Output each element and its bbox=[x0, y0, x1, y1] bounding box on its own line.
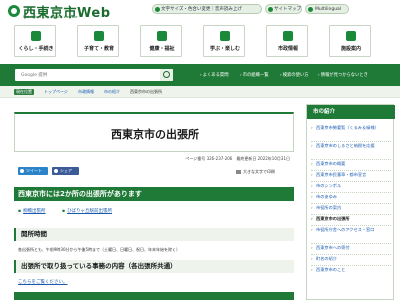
sidebar-item-access[interactable]: 市役所庁舎へのアクセス・窓口 bbox=[311, 227, 391, 233]
page-title-box: 西東京市の出張所 bbox=[14, 112, 294, 152]
services-heading: 出張所で取り扱っている事務の内容（各出張所共通） bbox=[14, 260, 294, 273]
city-hall-icon bbox=[283, 31, 293, 41]
divider bbox=[311, 170, 391, 171]
breadcrumb-here-label: 現在位置 bbox=[14, 89, 34, 95]
text-size-label: 文字サイズ・色合い変更｜音声読み上げ bbox=[161, 7, 242, 12]
breadcrumb-item-intro[interactable]: 市の紹介 bbox=[104, 89, 120, 95]
language-label: Multilingual bbox=[315, 7, 342, 12]
sidebar-item-city-hall[interactable]: 市役所の案内 bbox=[311, 205, 391, 211]
text-size-color-voice-button[interactable]: 文字サイズ・色合い変更｜音声読み上げ bbox=[152, 4, 262, 14]
site-subtitle: Nishitokyo City Official Website bbox=[23, 15, 78, 19]
office-link-hibarigaoka[interactable]: ひばりヶ丘駅前出張所 bbox=[62, 208, 112, 214]
divider bbox=[311, 254, 391, 255]
nav-item-learning[interactable]: 学ぶ・楽しむ bbox=[203, 25, 245, 57]
facebook-icon bbox=[54, 169, 58, 173]
facebook-share-label: シェア bbox=[60, 168, 72, 173]
search-placeholder: Google 提供 bbox=[21, 73, 48, 78]
language-button[interactable]: Multilingual bbox=[305, 4, 349, 14]
breadcrumb-current: 西東京市の出張所 bbox=[130, 89, 162, 94]
sidebar-item-furusato[interactable]: 西東京市のしるさと納税を応援 bbox=[311, 143, 391, 149]
page-title: 西東京市の出張所 bbox=[111, 128, 199, 141]
book-icon bbox=[220, 31, 230, 41]
sidebar-item-symbols[interactable]: 市のシンボル bbox=[311, 183, 391, 189]
search-button[interactable] bbox=[160, 69, 173, 81]
heart-icon bbox=[157, 31, 167, 41]
main-content: 西東京市の出張所 ページ番号 326-237-206 最終更新日 2022年10… bbox=[14, 104, 294, 300]
nav-item-label: くらし・手続き bbox=[18, 46, 54, 52]
divider bbox=[311, 243, 391, 244]
nav-item-label: 子育て・教育 bbox=[83, 46, 114, 52]
search-input[interactable]: Google 提供 bbox=[15, 69, 173, 81]
sidebar-item-about-city[interactable]: 西東京市のこと bbox=[311, 267, 391, 273]
sitemap-icon bbox=[268, 7, 273, 12]
sidebar: 市の紹介 西東京市勢要覧（くるみ＆緑様） 西東京市のしるさと納税を応援 西東京市… bbox=[306, 104, 395, 300]
building-icon bbox=[346, 31, 356, 41]
print-large-text-link[interactable]: 大きな文字で印刷 bbox=[236, 169, 275, 175]
divider bbox=[311, 181, 391, 182]
faq-link[interactable]: よくある質問 bbox=[200, 72, 229, 78]
sitemap-button[interactable]: サイトマップ bbox=[265, 4, 302, 14]
nav-item-facilities[interactable]: 施設案内 bbox=[329, 25, 371, 57]
nav-item-label: 健康・福祉 bbox=[149, 46, 175, 52]
nav-item-label: 学ぶ・楽しむ bbox=[209, 46, 240, 52]
sidebar-item-donation[interactable]: 西東京市への寄付 bbox=[311, 245, 391, 251]
sitemap-label: サイトマップ bbox=[274, 7, 301, 12]
house-icon bbox=[31, 31, 41, 41]
sidebar-item-city-profile[interactable]: 西東京市勢要覧（くるみ＆緑様） bbox=[311, 125, 391, 131]
divider bbox=[311, 141, 391, 142]
divider bbox=[311, 225, 391, 226]
search-help-link[interactable]: 検索の使い方 bbox=[280, 72, 309, 78]
nav-item-label: 市政情報 bbox=[277, 46, 298, 52]
breadcrumb-item-top[interactable]: トップページ bbox=[44, 89, 68, 95]
page-meta: ページ番号 326-237-206 最終更新日 2022年10月31日 bbox=[185, 156, 290, 161]
facebook-share-button[interactable]: シェア bbox=[52, 167, 79, 175]
divider bbox=[311, 214, 391, 215]
hours-heading: 開所時間 bbox=[14, 228, 294, 241]
section-heading: 西東京市には2か所の出張所があります bbox=[14, 187, 294, 201]
office-link-yanagibashi[interactable]: 柳橋出張所 bbox=[18, 208, 46, 214]
text-size-icon bbox=[155, 7, 160, 12]
org-list-link[interactable]: 市の組織一覧 bbox=[240, 72, 269, 78]
sidebar-item-branch-offices[interactable]: 西東京市の出張所 bbox=[311, 216, 391, 222]
divider bbox=[311, 159, 391, 160]
services-more-link[interactable]: こちらをご覧ください。 bbox=[18, 279, 68, 285]
nav-item-childcare[interactable]: 子育て・教育 bbox=[77, 25, 119, 57]
sidebar-item-history[interactable]: 市のあゆみ bbox=[311, 194, 391, 200]
site-header: 西東京市Web Nishitokyo City Official Website… bbox=[0, 0, 400, 22]
sidebar-heading: 市の紹介 bbox=[307, 105, 395, 119]
tweet-label: ツイート bbox=[26, 168, 42, 173]
printer-icon bbox=[236, 170, 241, 174]
divider bbox=[311, 265, 391, 266]
not-found-link[interactable]: 情報が見つからないとき bbox=[318, 72, 368, 78]
sidebar-item-overview[interactable]: 西東京市の概要 bbox=[311, 161, 391, 167]
nav-item-health[interactable]: 健康・福祉 bbox=[140, 25, 182, 57]
nav-item-label: 施設案内 bbox=[340, 46, 361, 52]
breadcrumb-item-city-info[interactable]: 市政情報 bbox=[78, 89, 94, 95]
globe-icon bbox=[308, 7, 313, 12]
twitter-icon bbox=[20, 169, 24, 173]
global-nav: くらし・手続き 子育て・教育 健康・福祉 学ぶ・楽しむ 市政情報 施設案内 bbox=[0, 22, 400, 60]
tweet-button[interactable]: ツイート bbox=[18, 167, 48, 175]
nav-item-city-info[interactable]: 市政情報 bbox=[266, 25, 308, 57]
family-icon bbox=[94, 31, 104, 41]
divider bbox=[311, 203, 391, 204]
search-bar: Google 提供 よくある質問 市の組織一覧 検索の使い方 情報が見つからない… bbox=[0, 64, 400, 86]
hours-text: 各出張所とも、午前9時30分から午後5時まで（土曜日、日曜日、祝日、年末年始を除… bbox=[18, 247, 181, 252]
print-label: 大きな文字で印刷 bbox=[243, 169, 275, 174]
sidebar-item-charter[interactable]: 西東京市民憲章・都市宣言 bbox=[311, 172, 391, 178]
next-section-heading bbox=[14, 292, 294, 300]
divider bbox=[311, 192, 391, 193]
nav-item-living[interactable]: くらし・手続き bbox=[14, 25, 56, 57]
breadcrumb: 現在位置 トップページ 市政情報 市の紹介 西東京市の出張所 bbox=[0, 86, 400, 98]
sidebar-item-town-names[interactable]: 町名の紹介 bbox=[311, 256, 391, 262]
city-logo-icon[interactable] bbox=[8, 5, 20, 17]
